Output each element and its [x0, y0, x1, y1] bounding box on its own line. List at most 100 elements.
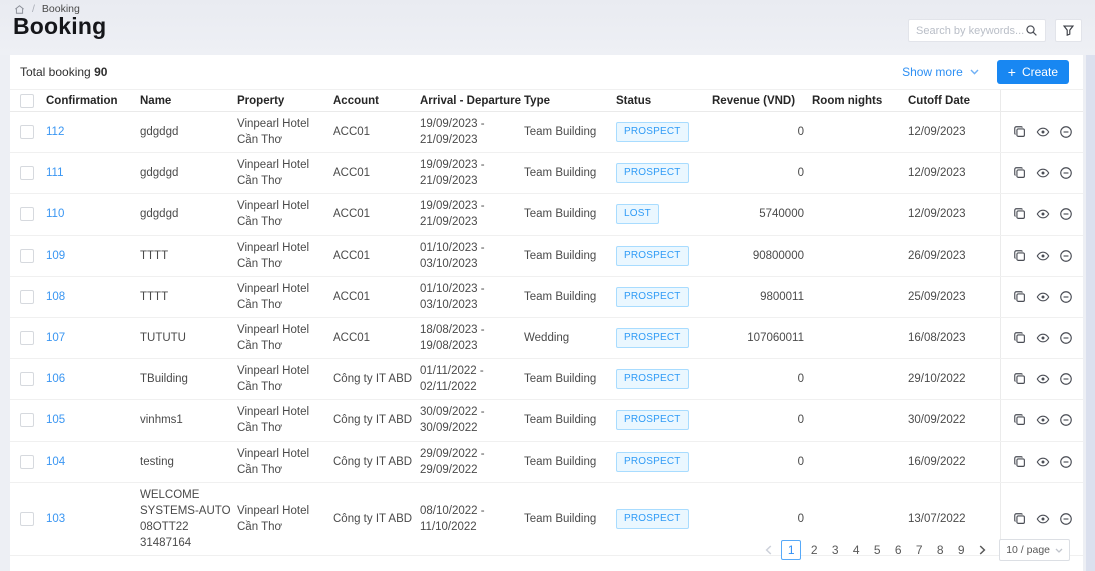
view-action-button[interactable] — [1035, 166, 1050, 181]
confirmation-link[interactable]: 104 — [46, 456, 65, 468]
filter-button[interactable] — [1055, 19, 1082, 42]
search-input[interactable] — [916, 25, 1025, 37]
remove-action-button[interactable] — [1058, 372, 1073, 387]
arrival-departure-cell: 18/08/2023 - 19/08/2023 — [420, 318, 524, 358]
show-more-button[interactable]: Show more — [902, 65, 979, 79]
remove-action-button[interactable] — [1058, 207, 1073, 222]
view-action-button[interactable] — [1035, 125, 1050, 140]
remove-action-button[interactable] — [1058, 331, 1073, 346]
pagination-page-3[interactable]: 3 — [827, 540, 843, 560]
remove-action-button[interactable] — [1058, 289, 1073, 304]
confirmation-link[interactable]: 105 — [46, 414, 65, 426]
row-checkbox[interactable] — [20, 125, 34, 139]
pagination-prev-button[interactable] — [760, 540, 776, 560]
type-cell: Team Building — [524, 202, 616, 226]
copy-action-button[interactable] — [1012, 511, 1027, 526]
remove-action-button[interactable] — [1058, 454, 1073, 469]
view-action-button[interactable] — [1035, 413, 1050, 428]
remove-action-button[interactable] — [1058, 413, 1073, 428]
search-icon[interactable] — [1025, 24, 1038, 37]
chevron-down-icon — [970, 69, 979, 75]
column-header-cutoff-date[interactable]: Cutoff Date — [908, 95, 1000, 107]
pagination-page-7[interactable]: 7 — [911, 540, 927, 560]
column-header-account[interactable]: Account — [333, 95, 420, 107]
view-action-button[interactable] — [1035, 207, 1050, 222]
pagination-next-button[interactable] — [974, 540, 990, 560]
row-checkbox[interactable] — [20, 249, 34, 263]
row-checkbox[interactable] — [20, 455, 34, 469]
table-row: 112 gdgdgd Vinpearl Hotel Cần Thơ ACC01 … — [10, 112, 1083, 153]
status-badge: LOST — [616, 204, 659, 224]
room-nights-cell — [812, 416, 908, 424]
copy-icon — [1013, 413, 1027, 427]
view-action-button[interactable] — [1035, 511, 1050, 526]
page-size-select[interactable]: 10 / page — [999, 539, 1070, 561]
copy-action-button[interactable] — [1012, 289, 1027, 304]
account-cell: ACC01 — [333, 202, 420, 226]
select-all-checkbox[interactable] — [20, 94, 34, 108]
pagination-page-1[interactable]: 1 — [781, 540, 801, 560]
room-nights-cell — [812, 293, 908, 301]
column-header-status[interactable]: Status — [616, 95, 712, 107]
remove-action-button[interactable] — [1058, 125, 1073, 140]
pagination-page-8[interactable]: 8 — [932, 540, 948, 560]
pagination-page-5[interactable]: 5 — [869, 540, 885, 560]
copy-action-button[interactable] — [1012, 454, 1027, 469]
view-action-button[interactable] — [1035, 331, 1050, 346]
view-action-button[interactable] — [1035, 248, 1050, 263]
column-header-actions — [1000, 90, 1083, 111]
confirmation-link[interactable]: 108 — [46, 291, 65, 303]
column-header-property[interactable]: Property — [237, 95, 333, 107]
copy-action-button[interactable] — [1012, 125, 1027, 140]
confirmation-link[interactable]: 107 — [46, 332, 65, 344]
column-header-room-nights[interactable]: Room nights — [812, 95, 908, 107]
remove-action-button[interactable] — [1058, 511, 1073, 526]
copy-icon — [1013, 455, 1027, 469]
cutoff-date-cell: 29/10/2022 — [908, 367, 1000, 391]
row-checkbox[interactable] — [20, 207, 34, 221]
column-header-revenue[interactable]: Revenue (VND) — [712, 95, 812, 107]
confirmation-link[interactable]: 103 — [46, 513, 65, 525]
row-checkbox[interactable] — [20, 512, 34, 526]
confirmation-link[interactable]: 112 — [46, 126, 64, 138]
pagination-page-4[interactable]: 4 — [848, 540, 864, 560]
revenue-cell: 107060011 — [712, 326, 812, 350]
column-header-confirmation[interactable]: Confirmation — [46, 95, 140, 107]
vertical-scrollbar[interactable] — [1086, 55, 1095, 571]
column-header-type[interactable]: Type — [524, 95, 616, 107]
toolbar-right: Show more + Create — [902, 60, 1069, 84]
confirmation-link[interactable]: 110 — [46, 208, 64, 220]
view-action-button[interactable] — [1035, 454, 1050, 469]
eye-icon — [1036, 331, 1050, 345]
copy-action-button[interactable] — [1012, 372, 1027, 387]
create-button[interactable]: + Create — [997, 60, 1069, 84]
column-header-name[interactable]: Name — [140, 95, 237, 107]
copy-action-button[interactable] — [1012, 166, 1027, 181]
pagination-page-6[interactable]: 6 — [890, 540, 906, 560]
confirmation-link[interactable]: 106 — [46, 373, 65, 385]
eye-icon — [1036, 290, 1050, 304]
pagination-page-2[interactable]: 2 — [806, 540, 822, 560]
minus-circle-icon — [1059, 455, 1073, 469]
row-checkbox[interactable] — [20, 413, 34, 427]
create-button-label: Create — [1022, 65, 1058, 79]
search-box[interactable] — [908, 19, 1046, 42]
remove-action-button[interactable] — [1058, 248, 1073, 263]
copy-action-button[interactable] — [1012, 413, 1027, 428]
view-action-button[interactable] — [1035, 289, 1050, 304]
name-cell: gdgdgd — [140, 120, 237, 144]
pagination-page-9[interactable]: 9 — [953, 540, 969, 560]
name-cell: TUTUTU — [140, 326, 237, 350]
row-checkbox[interactable] — [20, 372, 34, 386]
copy-action-button[interactable] — [1012, 248, 1027, 263]
view-action-button[interactable] — [1035, 372, 1050, 387]
remove-action-button[interactable] — [1058, 166, 1073, 181]
confirmation-link[interactable]: 109 — [46, 250, 65, 262]
row-checkbox[interactable] — [20, 290, 34, 304]
copy-action-button[interactable] — [1012, 207, 1027, 222]
row-checkbox[interactable] — [20, 331, 34, 345]
copy-action-button[interactable] — [1012, 331, 1027, 346]
row-checkbox[interactable] — [20, 166, 34, 180]
column-header-arrival-departure[interactable]: Arrival - Departure — [420, 95, 524, 107]
confirmation-link[interactable]: 111 — [46, 167, 63, 179]
